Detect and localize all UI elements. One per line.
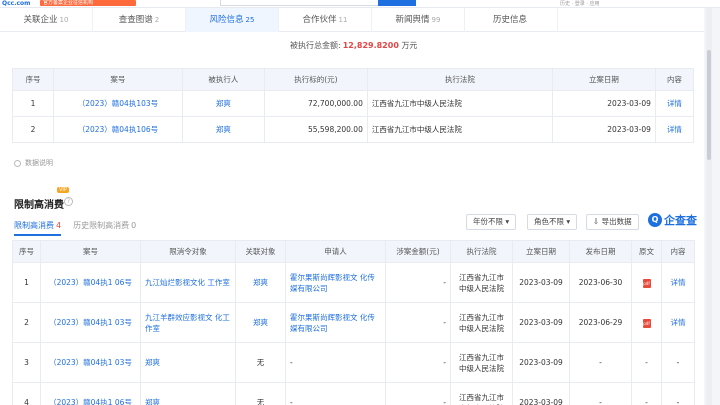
related-link[interactable]: 郑爽 xyxy=(235,302,286,343)
site-header: Qcc.com 官方备案企业征信机构 历史 · 登录 · 应用 xyxy=(0,0,720,8)
tab-related-companies[interactable]: 关联企业 10 xyxy=(0,8,93,32)
tab-risk-info[interactable]: 风险信息 25 xyxy=(186,8,279,32)
restrict-subtabs: 限制高消费 4 历史限制高消费 0 xyxy=(14,220,148,236)
section-title: 限制高消费 xyxy=(14,200,64,211)
help-icon[interactable]: ? xyxy=(64,197,73,206)
case-number-link[interactable]: （2023）赣04执1 03号 xyxy=(40,342,141,383)
table-header-row: 序号 案号 被执行人 执行标的(元) 执行法院 立案日期 内容 xyxy=(11,68,695,91)
tab-current-restrict[interactable]: 限制高消费 4 xyxy=(14,220,62,236)
target-link[interactable]: 郑爽 xyxy=(140,342,236,383)
table-row: 1 （2023）赣04执1 06号 九江灿烂影视文化 工作室 郑爽 霍尔果斯尚辉… xyxy=(12,262,695,303)
year-filter[interactable]: 年份不限 ▾ xyxy=(466,214,517,230)
data-notes[interactable]: 数据说明 xyxy=(14,158,53,168)
target-link[interactable]: 九江灿烂影视文化 工作室 xyxy=(140,262,236,303)
tab-graph[interactable]: 查查图谱 2 xyxy=(93,8,186,32)
applicant-link[interactable]: 霍尔果斯尚辉影视文 化传媒有限公司 xyxy=(285,302,386,343)
info-icon xyxy=(14,159,21,167)
export-button[interactable]: ⇩ 导出数据 xyxy=(586,214,639,230)
certification-badge: 官方备案企业征信机构 xyxy=(40,0,136,6)
pdf-icon[interactable]: pdf xyxy=(642,278,651,288)
person-link[interactable]: 郑爽 xyxy=(181,90,266,117)
detail-link[interactable]: 详情 xyxy=(654,90,695,117)
target-link[interactable]: 九江羊群效应影视文 化工作室 xyxy=(140,302,236,343)
person-link[interactable]: 郑爽 xyxy=(181,116,266,143)
case-number-link[interactable]: （2023）赣04执103号 xyxy=(53,90,183,117)
export-icon: ⇩ xyxy=(593,217,602,226)
tab-news[interactable]: 新闻舆情 99 xyxy=(372,8,465,32)
executed-table: 序号 案号 被执行人 执行标的(元) 执行法院 立案日期 内容 1 （2023）… xyxy=(11,68,695,143)
tab-history[interactable]: 历史信息 xyxy=(465,8,558,32)
table-row: 3 （2023）赣04执1 03号 郑爽 无 - - 江西省九江市 中级人民法院… xyxy=(12,342,695,383)
executed-total: 被执行总金额: 12,829.8200 万元 xyxy=(290,41,418,50)
executed-total-value: 12,829.8200 xyxy=(342,41,399,50)
detail-link[interactable]: 详情 xyxy=(661,262,695,303)
qcc-brand: Q 企查查 xyxy=(648,212,697,228)
role-filter[interactable]: 角色不限 ▾ xyxy=(527,214,578,230)
applicant-link[interactable]: 霍尔果斯尚辉影视文 化传媒有限公司 xyxy=(285,262,386,303)
case-number-link[interactable]: （2023）赣04执1 06号 xyxy=(40,262,141,303)
qcc-logo[interactable]: Qcc.com xyxy=(2,0,30,7)
related-link[interactable]: 郑爽 xyxy=(235,262,286,303)
case-number-link[interactable]: （2023）赣04执1 03号 xyxy=(40,302,141,343)
case-number-link[interactable]: （2023）赣04执1 06号 xyxy=(40,382,141,405)
target-link[interactable]: 郑爽 xyxy=(140,382,236,405)
table-header-row: 序号 案号 限消令对象 关联对象 申请人 涉案金额(元) 执行法院 立案日期 发… xyxy=(12,240,695,263)
pdf-icon[interactable]: pdf xyxy=(642,318,651,328)
search-button[interactable] xyxy=(378,0,416,6)
table-row: 4 （2023）赣04执1 06号 郑爽 无 - - 江西省九江市 中级人民法院… xyxy=(12,382,695,405)
detail-link[interactable]: 详情 xyxy=(661,302,695,343)
tab-history-restrict[interactable]: 历史限制高消费 0 xyxy=(73,220,136,236)
table-row: 1 （2023）赣04执103号 郑爽 72,700,000.00 江西省九江市… xyxy=(11,90,695,117)
header-links[interactable]: 历史 · 登录 · 应用 xyxy=(560,0,600,7)
company-tabs: 关联企业 10 查查图谱 2 风险信息 25 合作伙伴 11 新闻舆情 99 历史信息 xyxy=(0,8,704,32)
scrollbar-thumb[interactable] xyxy=(707,50,711,160)
tab-partners[interactable]: 合作伙伴 11 xyxy=(279,8,372,32)
restrict-table: 序号 案号 限消令对象 关联对象 申请人 涉案金额(元) 执行法院 立案日期 发… xyxy=(12,240,695,405)
search-input[interactable] xyxy=(220,0,380,6)
table-row: 2 （2023）赣04执106号 郑爽 55,598,200.00 江西省九江市… xyxy=(11,116,695,143)
case-number-link[interactable]: （2023）赣04执106号 xyxy=(53,116,183,143)
table-row: 2 （2023）赣04执1 03号 九江羊群效应影视文 化工作室 郑爽 霍尔果斯… xyxy=(12,302,695,343)
qcc-logo-icon: Q xyxy=(648,213,662,227)
detail-link[interactable]: 详情 xyxy=(654,116,695,143)
vip-badge: VIP xyxy=(57,187,69,193)
